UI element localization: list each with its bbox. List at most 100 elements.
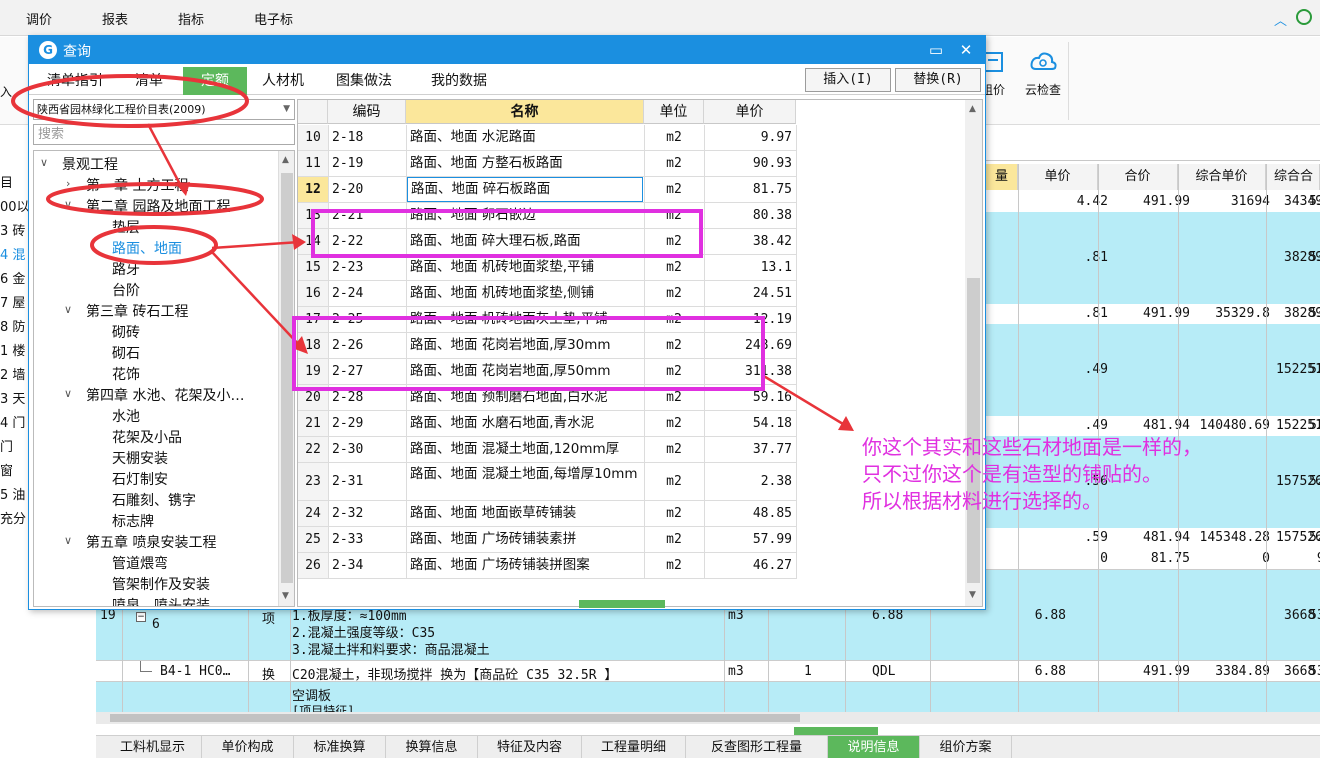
table-row[interactable]: 14 2-22 路面、地面 碎大理石板,路面 m2 38.42	[298, 229, 797, 255]
tree-node-ch2[interactable]: 第二章 园路及地面工程	[86, 196, 230, 216]
left-item[interactable]: 4 门	[0, 412, 30, 431]
table-row[interactable]: 26 2-34 路面、地面 广场砖铺装拼图案 m2 46.27	[298, 553, 797, 579]
left-item[interactable]: 6 金	[0, 268, 30, 287]
table-row[interactable]: 13 2-21 路面、地面 卵石嵌边 m2 80.38	[298, 203, 797, 229]
library-select[interactable]: 陕西省园林绿化工程价目表(2009) ▼	[33, 99, 295, 120]
left-item[interactable]: 门	[0, 436, 30, 455]
tab-description[interactable]: 说明信息	[828, 736, 920, 758]
tree-node-curb[interactable]: 路牙	[112, 259, 140, 279]
tab-labor-material[interactable]: 工料机显示	[104, 736, 202, 758]
col-header-name[interactable]: 名称	[406, 100, 644, 124]
search-input[interactable]: 搜索	[33, 124, 295, 145]
chevron-down-icon[interactable]: ∨	[64, 198, 72, 211]
left-item[interactable]: 3 天	[0, 388, 30, 407]
tree-node-ch5[interactable]: 第五章 喷泉安装工程	[86, 532, 216, 552]
left-item[interactable]: 5 油	[0, 484, 30, 503]
table-row[interactable]: 16 2-24 路面、地面 机砖地面浆垫,侧铺 m2 24.51	[298, 281, 797, 307]
left-item-selected[interactable]: 4 混	[0, 244, 30, 263]
table-row[interactable]: 23 2-31 路面、地面 混凝土地面,每增厚10mm m2 2.38	[298, 463, 797, 501]
grid-row-b4[interactable]: B4-1 HC0… 换 C20混凝土，非现场搅拌 换为【商品砼 C35 32.5…	[96, 660, 1320, 683]
table-row[interactable]: 11 2-19 路面、地面 方整石板路面 m2 90.93	[298, 151, 797, 177]
chevron-right-icon[interactable]: ›	[66, 177, 70, 190]
tab-pricing-scheme[interactable]: 组价方案	[920, 736, 1012, 758]
table-scrollbar[interactable]: ▲ ▼	[965, 100, 982, 606]
left-item[interactable]: 7 屋	[0, 292, 30, 311]
tree-node-sign[interactable]: 标志牌	[112, 511, 154, 531]
scroll-thumb[interactable]	[281, 173, 293, 583]
tree-node-landscape[interactable]: 景观工程	[62, 154, 118, 174]
dialog-splitter-handle[interactable]	[579, 600, 665, 608]
tree-node-pool[interactable]: 水池	[112, 406, 140, 426]
tab-atlas-method[interactable]: 图集做法	[319, 67, 409, 95]
chevron-down-icon[interactable]: ∨	[64, 387, 72, 400]
scroll-down-icon[interactable]: ▼	[282, 591, 289, 601]
tree-node-steps[interactable]: 台阶	[112, 280, 140, 300]
tab-my-data[interactable]: 我的数据	[409, 67, 509, 95]
replace-button[interactable]: 替换(R)	[895, 68, 981, 92]
collapse-icon[interactable]: ︿	[1274, 10, 1287, 29]
left-item[interactable]: 8 防	[0, 316, 30, 335]
table-row[interactable]: 22 2-30 路面、地面 混凝土地面,120mm厚 m2 37.77	[298, 437, 797, 463]
scroll-up-icon[interactable]: ▲	[282, 155, 289, 165]
menu-report[interactable]: 报表	[102, 9, 128, 28]
tree-node-road-surface[interactable]: 路面、地面	[112, 238, 182, 258]
collapse-toggle-icon[interactable]: −	[136, 612, 146, 622]
scroll-up-icon[interactable]: ▲	[969, 104, 976, 114]
grid-header-price[interactable]: 单价	[1018, 164, 1098, 190]
table-row[interactable]: 19 2-27 路面、地面 花岗岩地面,厚50mm m2 311.38	[298, 359, 797, 385]
cloud-check-button[interactable]: 云检查	[1018, 47, 1068, 98]
scroll-thumb[interactable]	[967, 278, 980, 583]
scroll-down-icon[interactable]: ▼	[969, 590, 976, 600]
tree-node-stone-lamp[interactable]: 石灯制安	[112, 469, 168, 489]
tree-node-ch1[interactable]: 第一章 土方工程	[86, 175, 188, 195]
tree-node-ornament[interactable]: 花饰	[112, 364, 140, 384]
menu-price-adjust[interactable]: 调价	[26, 9, 52, 28]
left-item[interactable]: 00以	[0, 196, 30, 215]
tab-standard-conversion[interactable]: 标准换算	[294, 736, 386, 758]
grid-header-unit-price[interactable]: 综合单价	[1178, 164, 1266, 190]
tree-scrollbar[interactable]: ▲ ▼	[278, 151, 294, 606]
table-row[interactable]: 10 2-18 路面、地面 水泥路面 m2 9.97	[298, 125, 797, 151]
maximize-icon[interactable]: ▭	[925, 39, 947, 61]
left-item[interactable]: 3 砖	[0, 220, 30, 239]
chevron-down-icon[interactable]: ∨	[40, 156, 48, 169]
tree-node-carving[interactable]: 石雕刻、镌字	[112, 490, 196, 510]
table-row[interactable]: 15 2-23 路面、地面 机砖地面浆垫,平铺 m2 13.1	[298, 255, 797, 281]
left-item[interactable]: 目	[0, 172, 30, 191]
user-icon[interactable]	[1296, 9, 1312, 25]
tab-bill-guide[interactable]: 清单指引	[35, 67, 115, 95]
tree-node-pergola[interactable]: 花架及小品	[112, 427, 182, 447]
tree-node-stone[interactable]: 砌石	[112, 343, 140, 363]
tree-node-brick[interactable]: 砌砖	[112, 322, 140, 342]
table-row[interactable]: 24 2-32 路面、地面 地面嵌草砖铺装 m2 48.85	[298, 501, 797, 527]
chevron-down-icon[interactable]: ∨	[64, 534, 72, 547]
left-item[interactable]: 2 墙	[0, 364, 30, 383]
table-row[interactable]: 12 2-20 路面、地面 碎石板路面 m2 81.75	[298, 177, 797, 203]
toolbar-left-label[interactable]: 入	[0, 83, 12, 100]
tab-reverse-quantity[interactable]: 反查图形工程量	[686, 736, 828, 758]
tab-unit-price-composition[interactable]: 单价构成	[202, 736, 294, 758]
col-header-unit[interactable]: 单位	[644, 100, 704, 124]
tree-node-ch4[interactable]: 第四章 水池、花架及小…	[86, 385, 244, 405]
tab-quota[interactable]: 定额	[183, 67, 247, 95]
table-row[interactable]: 20 2-28 路面、地面 预制磨石地面,白水泥 m2 59.16	[298, 385, 797, 411]
close-icon[interactable]: ✕	[955, 39, 977, 61]
tab-bill[interactable]: 清单	[115, 67, 183, 95]
col-header-code[interactable]: 编码	[328, 100, 406, 124]
panel-splitter-handle[interactable]	[794, 727, 878, 735]
table-row[interactable]: 17 2-25 路面、地面 机砖地面灰土垫,平铺 m2 12.19	[298, 307, 797, 333]
horizontal-scrollbar[interactable]	[96, 712, 1320, 724]
tree-node-ch3[interactable]: 第三章 砖石工程	[86, 301, 188, 321]
menu-e-bid[interactable]: 电子标	[254, 9, 293, 28]
grid-header-unit-total[interactable]: 综合合	[1266, 164, 1320, 190]
tree-node-pipe-rack[interactable]: 管架制作及安装	[112, 574, 210, 594]
table-row[interactable]: 18 2-26 路面、地面 花岗岩地面,厚30mm m2 248.69	[298, 333, 797, 359]
dialog-title-bar[interactable]: G 查询 ▭ ✕	[29, 36, 985, 64]
grid-row-ac[interactable]: 空调板 [项目特征]	[96, 682, 1320, 712]
table-row[interactable]: 21 2-29 路面、地面 水磨石地面,青水泥 m2 54.18	[298, 411, 797, 437]
grid-header-qty[interactable]: 量	[986, 164, 1018, 190]
col-header-price[interactable]: 单价	[704, 100, 796, 124]
tab-conversion-info[interactable]: 换算信息	[386, 736, 478, 758]
tree-node-canopy[interactable]: 天棚安装	[112, 448, 168, 468]
tree-node-cushion[interactable]: 垫层	[112, 217, 140, 237]
